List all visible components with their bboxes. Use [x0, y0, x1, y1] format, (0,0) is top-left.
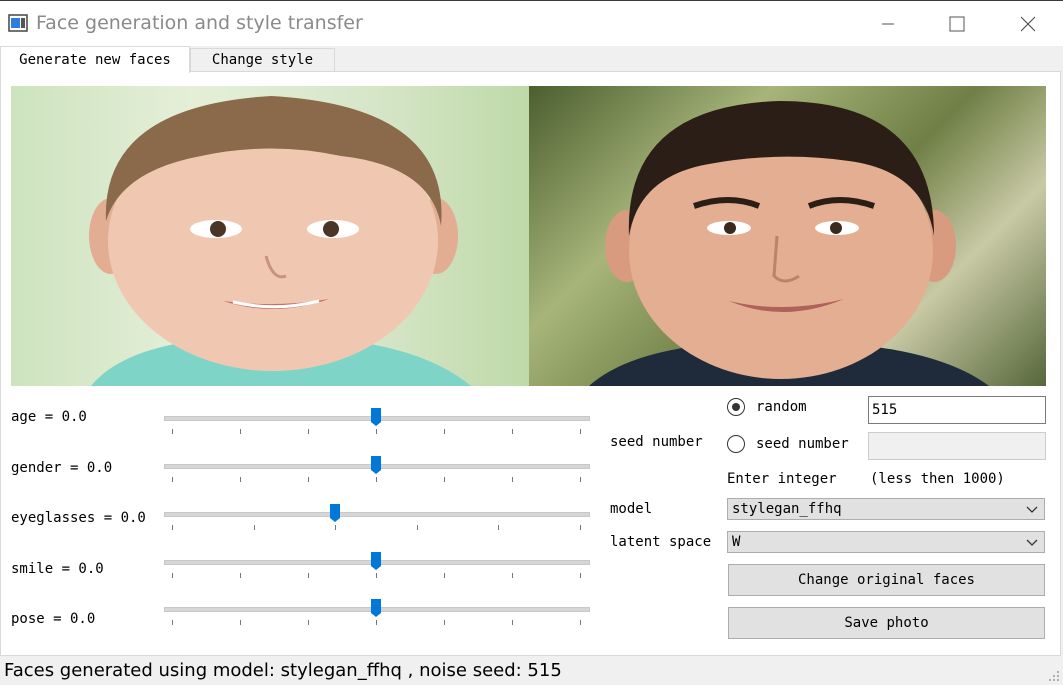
slider-handle[interactable]: [371, 552, 381, 570]
maximize-button[interactable]: [922, 1, 992, 47]
slider-label-eyeglasses: eyeglasses = 0.0: [11, 510, 146, 526]
status-message: Faces generated using model: stylegan_ff…: [4, 660, 562, 681]
save-photo-button[interactable]: Save photo: [728, 607, 1045, 639]
slider-handle[interactable]: [371, 456, 381, 474]
close-button[interactable]: [993, 1, 1063, 47]
random-radio-label[interactable]: random: [756, 399, 807, 415]
generated-face-original: [11, 86, 529, 386]
slider-handle[interactable]: [330, 504, 340, 522]
model-select[interactable]: stylegan_ffhq: [727, 498, 1045, 520]
radio-selected-dot: [732, 403, 740, 411]
seed-number-radio-label[interactable]: seed number: [756, 436, 849, 452]
title-bar: Face generation and style transfer: [0, 0, 1063, 46]
random-radio[interactable]: [727, 398, 745, 416]
slider-handle[interactable]: [371, 599, 381, 617]
slider-label-smile: smile = 0.0: [11, 561, 104, 577]
tab-change-style[interactable]: Change style: [190, 48, 335, 72]
seed-number-field[interactable]: [868, 432, 1046, 460]
slider-label-pose: pose = 0.0: [11, 611, 96, 627]
model-label: model: [610, 501, 653, 517]
slider-label-gender: gender = 0.0: [11, 460, 113, 476]
chevron-down-icon: [1026, 539, 1038, 546]
maximize-icon: [949, 16, 965, 32]
tab-bar: Generate new faces Change style: [0, 46, 1063, 73]
close-icon: [1020, 16, 1036, 32]
model-select-value: stylegan_ffhq: [732, 501, 842, 517]
seed-hint-range: (less then 1000): [870, 471, 1005, 487]
chevron-down-icon: [1026, 506, 1038, 513]
app-icon: [8, 14, 28, 32]
slider-track[interactable]: [164, 512, 590, 517]
slider-label-age: age = 0.0: [11, 409, 87, 425]
tab-generate-new-faces[interactable]: Generate new faces: [0, 46, 190, 73]
window-title: Face generation and style transfer: [36, 12, 363, 34]
status-bar: Faces generated using model: stylegan_ff…: [0, 658, 1063, 685]
minimize-icon: [882, 23, 894, 25]
latent-space-label: latent space: [610, 534, 712, 550]
child-face-image: [89, 96, 471, 386]
random-seed-field[interactable]: 515: [868, 396, 1046, 424]
slider-handle[interactable]: [371, 408, 381, 426]
seed-number-radio[interactable]: [727, 435, 745, 453]
generated-face-styled: [529, 86, 1046, 386]
resize-grip-icon[interactable]: [1048, 670, 1060, 682]
seed-hint-text: Enter integer: [727, 471, 837, 487]
latent-space-select[interactable]: W: [727, 531, 1045, 553]
seed-number-label: seed number: [610, 434, 703, 450]
change-original-faces-button[interactable]: Change original faces: [728, 564, 1045, 596]
latent-space-select-value: W: [732, 534, 741, 550]
minimize-button[interactable]: [853, 1, 923, 47]
adult-face-image: [589, 101, 989, 386]
